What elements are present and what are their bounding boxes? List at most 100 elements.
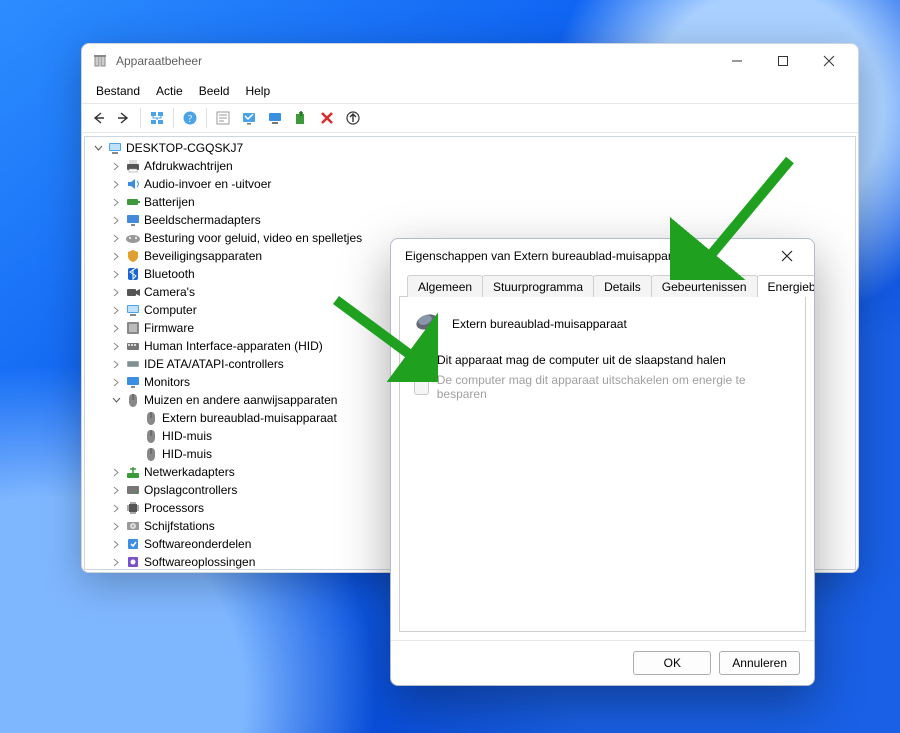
- mouse-icon: [124, 392, 141, 409]
- menu-help[interactable]: Help: [237, 81, 278, 101]
- chevron-right-icon[interactable]: [109, 357, 124, 372]
- chevron-right-icon[interactable]: [109, 501, 124, 516]
- tree-item-label: Human Interface-apparaten (HID): [144, 339, 323, 353]
- chevron-right-icon[interactable]: [109, 537, 124, 552]
- audio-icon: [124, 176, 141, 193]
- help-button[interactable]: [178, 106, 202, 130]
- dialog-titlebar[interactable]: Eigenschappen van Extern bureaublad-muis…: [391, 239, 814, 273]
- mouse-icon: [142, 410, 159, 427]
- separator: [206, 108, 207, 128]
- dialog-close-button[interactable]: [766, 242, 808, 270]
- spacer-icon: [127, 447, 142, 462]
- menubar: Bestand Actie Beeld Help: [82, 78, 858, 104]
- chevron-right-icon[interactable]: [109, 177, 124, 192]
- chevron-right-icon[interactable]: [109, 519, 124, 534]
- bt-icon: [124, 266, 141, 283]
- chevron-right-icon[interactable]: [109, 159, 124, 174]
- device-header: Extern bureaublad-muisapparaat: [414, 311, 791, 336]
- chevron-down-icon[interactable]: [109, 393, 124, 408]
- tab-details[interactable]: Details: [593, 275, 652, 297]
- scan-button[interactable]: [237, 106, 261, 130]
- toolbar: [82, 104, 858, 133]
- separator: [140, 108, 141, 128]
- tree-item-label: Firmware: [144, 321, 194, 335]
- maximize-button[interactable]: [760, 46, 806, 76]
- minimize-button[interactable]: [714, 46, 760, 76]
- tree-item-label: Camera's: [144, 285, 195, 299]
- fw-icon: [124, 320, 141, 337]
- pc-icon: [106, 140, 123, 157]
- checkbox-icon: [414, 352, 429, 367]
- checkbox-wake-label: Dit apparaat mag de computer uit de slaa…: [437, 353, 726, 367]
- tree-root[interactable]: DESKTOP-CGQSKJ7: [91, 139, 853, 157]
- tree-item-label: Computer: [144, 303, 197, 317]
- tree-item-label: Schijfstations: [144, 519, 215, 533]
- mouse-icon: [414, 311, 442, 336]
- cancel-button[interactable]: Annuleren: [719, 651, 800, 675]
- tab-pane-energiebeheer: Extern bureaublad-muisapparaat Dit appar…: [399, 297, 806, 632]
- tree-item-label: IDE ATA/ATAPI-controllers: [144, 357, 284, 371]
- chevron-right-icon[interactable]: [109, 465, 124, 480]
- monitor-icon: [124, 374, 141, 391]
- display-icon: [124, 212, 141, 229]
- tab-stuurprogramma[interactable]: Stuurprogramma: [482, 275, 594, 297]
- tree-item-label: Beveiligingsapparaten: [144, 249, 262, 263]
- properties-button[interactable]: [211, 106, 235, 130]
- properties-dialog: Eigenschappen van Extern bureaublad-muis…: [390, 238, 815, 686]
- dialog-title: Eigenschappen van Extern bureaublad-muis…: [405, 249, 766, 263]
- spacer-icon: [127, 429, 142, 444]
- monitor-button[interactable]: [263, 106, 287, 130]
- cam-icon: [124, 284, 141, 301]
- chevron-right-icon[interactable]: [109, 195, 124, 210]
- ok-button[interactable]: OK: [633, 651, 711, 675]
- tree-item[interactable]: Afdrukwachtrijen: [91, 157, 853, 175]
- tree-item-label: Muizen en andere aanwijsapparaten: [144, 393, 337, 407]
- close-button[interactable]: [806, 46, 852, 76]
- checkbox-turnoff: De computer mag dit apparaat uitschakele…: [414, 373, 791, 401]
- checkbox-wake[interactable]: Dit apparaat mag de computer uit de slaa…: [414, 352, 791, 367]
- add-device-button[interactable]: [289, 106, 313, 130]
- chevron-right-icon[interactable]: [109, 249, 124, 264]
- tree-item[interactable]: Audio-invoer en -uitvoer: [91, 175, 853, 193]
- tree-item-label: Processors: [144, 501, 204, 515]
- remove-device-button[interactable]: [315, 106, 339, 130]
- titlebar[interactable]: Apparaatbeheer: [82, 44, 858, 78]
- chevron-right-icon[interactable]: [109, 285, 124, 300]
- mouse-icon: [142, 428, 159, 445]
- menu-view[interactable]: Beeld: [191, 81, 238, 101]
- chevron-right-icon[interactable]: [109, 213, 124, 228]
- pc-icon: [124, 302, 141, 319]
- back-button[interactable]: [86, 106, 110, 130]
- chevron-right-icon[interactable]: [109, 555, 124, 570]
- show-tree-button[interactable]: [145, 106, 169, 130]
- chevron-right-icon[interactable]: [109, 375, 124, 390]
- menu-file[interactable]: Bestand: [88, 81, 148, 101]
- chevron-right-icon[interactable]: [109, 339, 124, 354]
- chevron-right-icon[interactable]: [109, 321, 124, 336]
- tab-energiebeheer[interactable]: Energiebeheer: [757, 275, 815, 297]
- chevron-right-icon[interactable]: [109, 483, 124, 498]
- tree-item-label: Opslagcontrollers: [144, 483, 237, 497]
- tree-item-label: HID-muis: [162, 447, 212, 461]
- device-name: Extern bureaublad-muisapparaat: [452, 317, 627, 331]
- hid-icon: [124, 338, 141, 355]
- swfix-icon: [124, 554, 141, 571]
- tree-item[interactable]: Beeldschermadapters: [91, 211, 853, 229]
- chevron-right-icon[interactable]: [109, 231, 124, 246]
- chevron-right-icon[interactable]: [109, 303, 124, 318]
- printer-icon: [124, 158, 141, 175]
- chevron-right-icon[interactable]: [109, 267, 124, 282]
- tab-gebeurtenissen[interactable]: Gebeurtenissen: [651, 275, 758, 297]
- tree-item-label: HID-muis: [162, 429, 212, 443]
- menu-action[interactable]: Actie: [148, 81, 191, 101]
- tree-item-label: Softwareoplossingen: [144, 555, 255, 569]
- forward-button[interactable]: [112, 106, 136, 130]
- tree-item-label: DESKTOP-CGQSKJ7: [126, 141, 243, 155]
- tree-item-label: Audio-invoer en -uitvoer: [144, 177, 271, 191]
- tree-item-label: Afdrukwachtrijen: [144, 159, 233, 173]
- tab-algemeen[interactable]: Algemeen: [407, 275, 483, 297]
- chevron-down-icon[interactable]: [91, 141, 106, 156]
- dialog-buttons: OK Annuleren: [391, 640, 814, 685]
- update-driver-button[interactable]: [341, 106, 365, 130]
- tree-item[interactable]: Batterijen: [91, 193, 853, 211]
